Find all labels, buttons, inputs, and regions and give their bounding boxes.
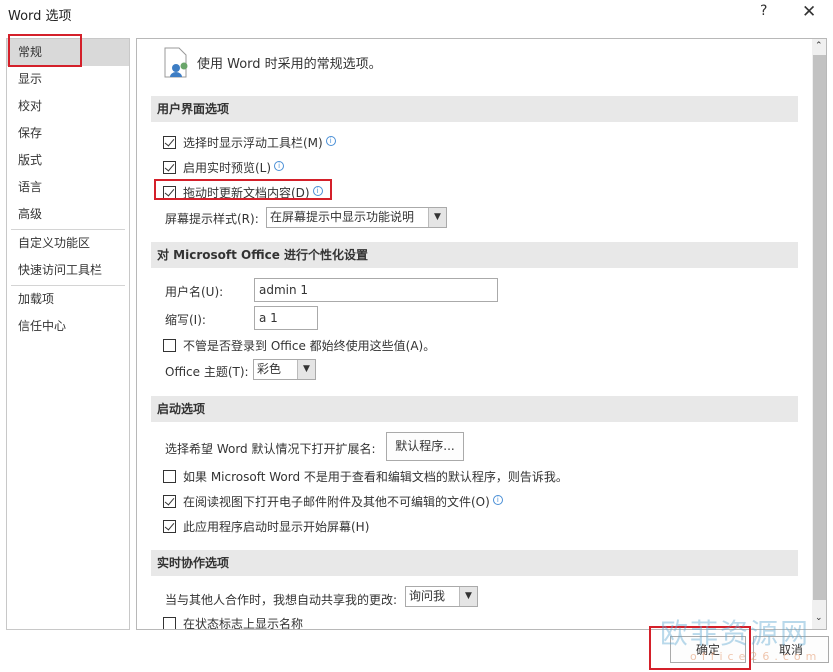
- general-options-icon: [164, 47, 188, 78]
- share-label: 当与其他人合作时，我想自动共享我的更改:: [165, 593, 398, 607]
- mini-toolbar-checkbox[interactable]: 选择时显示浮动工具栏(M) i: [163, 134, 336, 151]
- checkbox[interactable]: [163, 470, 176, 483]
- checkbox[interactable]: [163, 161, 176, 174]
- section-personalize: 对 Microsoft Office 进行个性化设置: [151, 242, 798, 268]
- theme-label: Office 主题(T):: [165, 365, 249, 379]
- checkbox-label: 如果 Microsoft Word 不是用于查看和编辑文档的默认程序，则告诉我。: [183, 470, 568, 484]
- highlight-box: [154, 179, 332, 200]
- window-title: Word 选项: [8, 9, 72, 24]
- section-ui-options: 用户界面选项: [151, 96, 798, 122]
- sidebar: 常规 显示 校对 保存 版式 语言 高级 自定义功能区 快速访问工具栏 加载项 …: [6, 38, 130, 630]
- sidebar-item-proofing[interactable]: 校对: [7, 93, 129, 120]
- extension-label: 选择希望 Word 默认情况下打开扩展名:: [165, 442, 376, 456]
- header-text: 使用 Word 时采用的常规选项。: [197, 57, 382, 72]
- scrollbar-thumb[interactable]: [813, 55, 826, 600]
- chevron-up-icon[interactable]: ⌃: [815, 41, 823, 51]
- chevron-down-icon: ▼: [459, 587, 477, 606]
- checkbox[interactable]: [163, 617, 176, 629]
- checkbox[interactable]: [163, 136, 176, 149]
- help-button[interactable]: ?: [760, 3, 767, 19]
- sidebar-item-customize-ribbon[interactable]: 自定义功能区: [7, 230, 129, 257]
- show-names-checkbox[interactable]: 在状态标志上显示名称: [163, 615, 304, 630]
- select-value: 询问我: [409, 589, 446, 603]
- always-use-checkbox[interactable]: 不管是否登录到 Office 都始终使用这些值(A)。: [163, 337, 435, 354]
- options-panel: 使用 Word 时采用的常规选项。 用户界面选项 选择时显示浮动工具栏(M) i …: [136, 38, 827, 630]
- username-input[interactable]: admin 1: [254, 278, 498, 302]
- screentip-label: 屏幕提示样式(R):: [165, 212, 259, 226]
- checkbox[interactable]: [163, 495, 176, 508]
- select-value: 在屏幕提示中显示功能说明: [270, 210, 415, 224]
- checkbox-label: 选择时显示浮动工具栏(M): [183, 136, 323, 150]
- sidebar-item-addins[interactable]: 加载项: [7, 286, 129, 313]
- screentip-select[interactable]: 在屏幕提示中显示功能说明 ▼: [266, 207, 447, 228]
- reading-view-checkbox[interactable]: 在阅读视图下打开电子邮件附件及其他不可编辑的文件(O) i: [163, 493, 503, 510]
- chevron-down-icon: ▼: [428, 208, 446, 227]
- highlight-box: [8, 34, 82, 67]
- section-coauthoring: 实时协作选项: [151, 550, 798, 576]
- username-label: 用户名(U):: [165, 285, 224, 299]
- initials-input[interactable]: a 1: [254, 306, 318, 330]
- sidebar-item-layout[interactable]: 版式: [7, 147, 129, 174]
- watermark-url: office26.com: [690, 650, 822, 663]
- share-select[interactable]: 询问我 ▼: [405, 586, 478, 607]
- checkbox-label: 此应用程序启动时显示开始屏幕(H): [183, 520, 370, 534]
- checkbox-label: 在状态标志上显示名称: [183, 617, 304, 630]
- start-screen-checkbox[interactable]: 此应用程序启动时显示开始屏幕(H): [163, 518, 369, 535]
- checkbox-label: 不管是否登录到 Office 都始终使用这些值(A)。: [183, 339, 436, 353]
- vertical-scrollbar[interactable]: ⌃ ⌄: [812, 39, 826, 629]
- tell-me-checkbox[interactable]: 如果 Microsoft Word 不是用于查看和编辑文档的默认程序，则告诉我。: [163, 468, 568, 485]
- sidebar-item-advanced[interactable]: 高级: [7, 201, 129, 228]
- close-button[interactable]: ✕: [802, 2, 816, 22]
- sidebar-item-display[interactable]: 显示: [7, 66, 129, 93]
- default-programs-button[interactable]: 默认程序...: [386, 432, 464, 461]
- chevron-down-icon[interactable]: ⌄: [815, 613, 823, 623]
- initials-label: 缩写(I):: [165, 313, 206, 327]
- sidebar-item-quick-access[interactable]: 快速访问工具栏: [7, 257, 129, 284]
- checkbox[interactable]: [163, 520, 176, 533]
- info-icon: i: [492, 495, 503, 505]
- live-preview-checkbox[interactable]: 启用实时预览(L) i: [163, 159, 285, 176]
- sidebar-item-trust-center[interactable]: 信任中心: [7, 313, 129, 340]
- checkbox-label: 在阅读视图下打开电子邮件附件及其他不可编辑的文件(O): [183, 495, 490, 509]
- info-icon: i: [325, 136, 336, 146]
- section-startup: 启动选项: [151, 396, 798, 422]
- chevron-down-icon: ▼: [297, 360, 315, 379]
- theme-select[interactable]: 彩色 ▼: [253, 359, 316, 380]
- sidebar-item-save[interactable]: 保存: [7, 120, 129, 147]
- checkbox-label: 启用实时预览(L): [183, 161, 272, 175]
- info-icon: i: [274, 161, 285, 171]
- checkbox[interactable]: [163, 339, 176, 352]
- watermark-logo: 欧菲资源网: [660, 617, 811, 650]
- sidebar-item-language[interactable]: 语言: [7, 174, 129, 201]
- select-value: 彩色: [257, 362, 282, 376]
